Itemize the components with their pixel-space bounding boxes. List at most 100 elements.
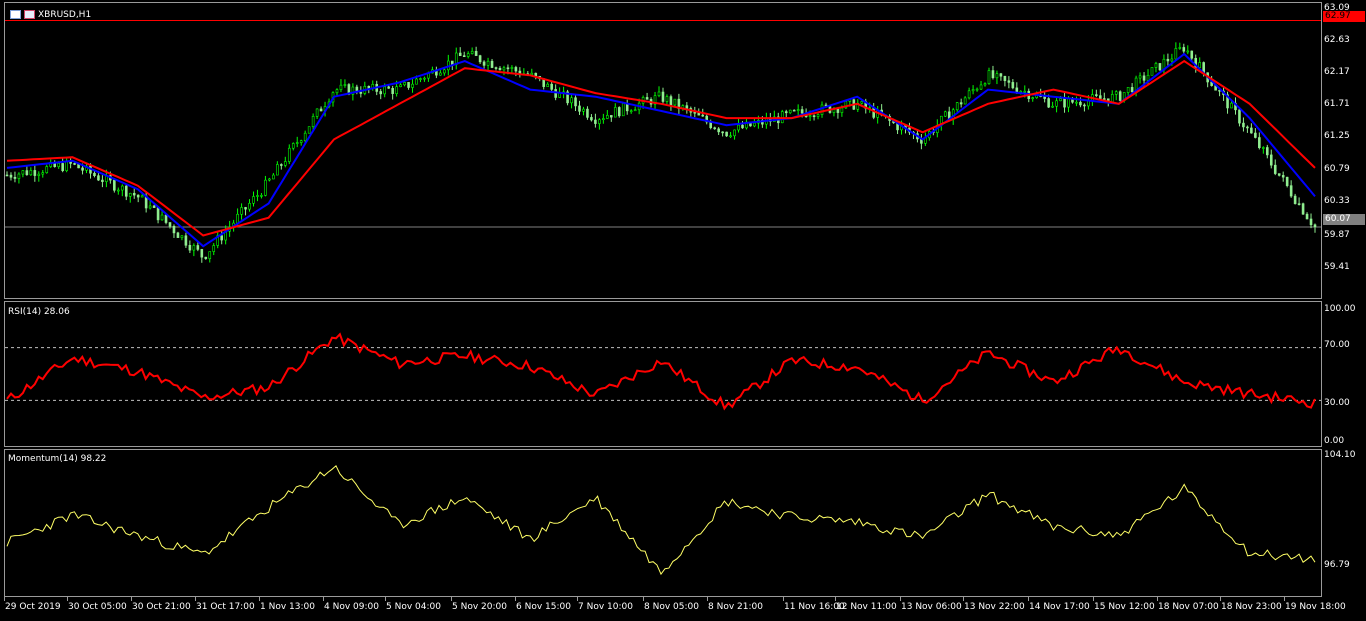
candle-body xyxy=(280,164,283,166)
candle-body xyxy=(808,115,812,118)
time-axis-tick xyxy=(577,597,578,601)
candle-body xyxy=(423,77,426,80)
candle-body xyxy=(81,167,84,171)
time-axis-label: 13 Nov 06:00 xyxy=(901,602,962,612)
candle-body xyxy=(1277,173,1281,176)
time-axis-label: 5 Nov 04:00 xyxy=(386,602,441,612)
time-axis-tick xyxy=(4,597,5,601)
candle-body xyxy=(395,86,398,94)
time-axis-tick xyxy=(643,597,644,601)
time-axis: 29 Oct 2019 30 Oct 05:00 30 Oct 21:00 31 Oc… xyxy=(4,597,1346,621)
candle-body xyxy=(45,166,49,173)
candle-body xyxy=(816,114,820,117)
candle-body xyxy=(1166,58,1170,62)
time-axis-label: 15 Nov 12:00 xyxy=(1094,602,1155,612)
rsi-line xyxy=(6,332,1316,411)
candle-body xyxy=(621,103,625,117)
time-axis-tick xyxy=(707,597,708,601)
time-axis-tick xyxy=(1157,597,1158,601)
candle-body xyxy=(1031,97,1035,99)
candle-body xyxy=(1158,63,1162,71)
candle-body xyxy=(554,89,557,98)
candle-body xyxy=(57,163,60,167)
candle-body xyxy=(669,96,673,106)
candle-body xyxy=(474,50,478,56)
candle-body xyxy=(983,83,987,86)
time-axis-tick xyxy=(835,597,836,601)
candle-body xyxy=(1250,127,1253,134)
candle-body xyxy=(800,109,804,114)
momentum-axis: 104.10 96.79 xyxy=(1322,449,1366,597)
time-axis-tick xyxy=(131,597,132,601)
price-axis: 63.09 62.63 62.17 61.71 61.25 60.79 60.3… xyxy=(1322,0,1366,300)
candle-body xyxy=(335,89,339,94)
candle-body xyxy=(299,140,303,143)
candle-body xyxy=(1007,80,1011,83)
candle-body xyxy=(1138,75,1142,79)
candle-body xyxy=(685,105,689,109)
candle-body xyxy=(498,67,502,71)
candle-body xyxy=(399,84,402,87)
rsi-chart-svg[interactable] xyxy=(5,302,1321,446)
momentum-pane[interactable]: Momentum(14) 98.22 xyxy=(4,449,1322,597)
candle-body xyxy=(582,108,585,112)
price-axis-label: 61.25 xyxy=(1324,131,1350,141)
upper-level-price-tag: 62.97 xyxy=(1323,11,1365,22)
price-axis-label: 59.87 xyxy=(1324,230,1350,240)
candle-body xyxy=(1079,101,1082,106)
candle-body xyxy=(737,124,740,131)
candle-body xyxy=(1130,87,1134,93)
candle-body xyxy=(1293,195,1297,204)
candle-body xyxy=(240,207,243,215)
rsi-pane[interactable]: RSI(14) 28.06 xyxy=(4,301,1322,447)
candle-body xyxy=(1095,94,1098,96)
candle-body xyxy=(796,109,800,111)
price-axis-label: 60.33 xyxy=(1324,196,1350,206)
candle-body xyxy=(1051,105,1054,108)
price-axis-label: 60.79 xyxy=(1324,164,1350,174)
candle-body xyxy=(717,128,720,133)
candle-body xyxy=(1254,132,1257,138)
candle-body xyxy=(9,174,13,178)
candle-body xyxy=(1126,87,1130,93)
candle-body xyxy=(37,173,41,176)
candle-body xyxy=(1190,50,1194,59)
candle-body xyxy=(586,108,589,118)
candle-body xyxy=(41,172,45,175)
candle-body xyxy=(1265,147,1269,156)
candle-body xyxy=(812,115,816,117)
price-chart-svg[interactable] xyxy=(5,3,1321,298)
candle-body xyxy=(260,195,263,197)
rsi-axis-label: 100.00 xyxy=(1324,304,1356,314)
candle-body xyxy=(1182,47,1186,52)
candle-body xyxy=(721,131,724,134)
candle-body xyxy=(1285,176,1289,186)
time-axis-label: 31 Oct 17:00 xyxy=(196,602,255,612)
candle-body xyxy=(1289,185,1293,197)
candle-body xyxy=(486,60,490,66)
candle-body xyxy=(482,61,486,66)
candle-body xyxy=(613,107,617,118)
candle-body xyxy=(693,111,697,114)
candle-body xyxy=(343,84,347,86)
candle-body xyxy=(741,124,744,129)
candle-body xyxy=(999,73,1003,77)
current-price-tag: 60.07 xyxy=(1323,214,1365,225)
candle-body xyxy=(510,67,514,69)
candle-body xyxy=(530,72,534,75)
candle-body xyxy=(784,111,788,114)
time-axis-label: 1 Nov 13:00 xyxy=(260,602,315,612)
time-axis-tick xyxy=(195,597,196,601)
candle-body xyxy=(971,89,975,92)
momentum-chart-svg[interactable] xyxy=(5,450,1321,596)
candle-body xyxy=(1246,126,1249,129)
candle-body xyxy=(156,207,160,221)
price-chart-pane[interactable]: XBRUSD,H1 xyxy=(4,2,1322,299)
chart-window-icon xyxy=(10,10,21,19)
candle-body xyxy=(959,102,963,105)
candle-body xyxy=(303,132,307,142)
candle-body xyxy=(462,55,466,57)
candle-body xyxy=(124,185,128,197)
candle-body xyxy=(315,108,319,117)
rsi-axis-label: 0.00 xyxy=(1324,436,1345,446)
